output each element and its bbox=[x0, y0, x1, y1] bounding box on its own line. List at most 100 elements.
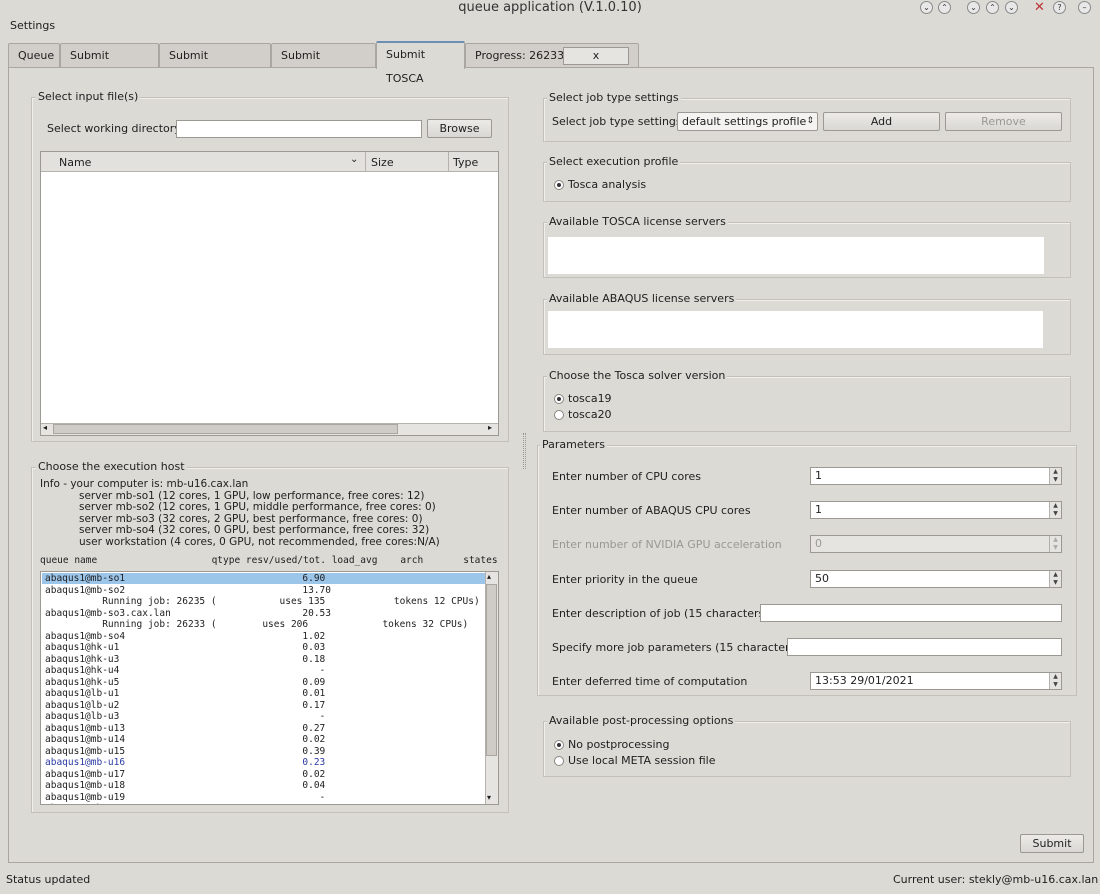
close-window-icon[interactable]: ✕ bbox=[1034, 0, 1045, 16]
queue-row[interactable]: abaqus1@mb-u13 0.27 bbox=[45, 723, 325, 735]
queue-row[interactable]: abaqus1@hk-u5 0.09 bbox=[45, 677, 325, 689]
queue-row[interactable]: abaqus1@lb-u1 0.01 bbox=[45, 688, 325, 700]
menu-icon[interactable]: – bbox=[1078, 1, 1091, 14]
spin-arrows-icon[interactable]: ▲ ▼ bbox=[1049, 571, 1061, 587]
splitter-handle[interactable] bbox=[523, 433, 526, 469]
keep-below-icon[interactable]: ⌄ bbox=[1005, 1, 1018, 14]
updown-icon: ⇕ bbox=[806, 116, 814, 126]
column-size[interactable]: Size bbox=[371, 156, 394, 169]
column-type[interactable]: Type bbox=[453, 156, 478, 169]
tosca19-radio[interactable] bbox=[554, 394, 564, 404]
deferred-time-spinner[interactable]: 13:53 29/01/2021 ▲ ▼ bbox=[810, 672, 1062, 690]
more-params-input[interactable] bbox=[787, 638, 1062, 656]
abaqus-cpu-label: Enter number of ABAQUS CPU cores bbox=[552, 504, 751, 517]
browse-button[interactable]: Browse bbox=[427, 119, 492, 138]
tab-submit-nastran[interactable]: Submit NASTRAN bbox=[271, 43, 376, 86]
queue-row[interactable]: abaqus1@hk-u4 - bbox=[45, 665, 325, 677]
progress-close-button[interactable]: x bbox=[563, 47, 629, 65]
deferred-time-label: Enter deferred time of computation bbox=[552, 675, 748, 688]
menu-settings[interactable]: Settings bbox=[10, 19, 55, 32]
scrollbar-handle[interactable] bbox=[486, 584, 497, 756]
add-button[interactable]: Add bbox=[823, 112, 940, 131]
input-files-title: Select input file(s) bbox=[36, 90, 141, 103]
queue-row[interactable]: abaqus1@mb-u16 0.23 bbox=[45, 757, 325, 769]
queue-row[interactable]: abaqus1@lb-u3 - bbox=[45, 711, 325, 723]
queue-row[interactable]: Running job: 26233 ( uses 206 tokens 32 … bbox=[45, 619, 468, 631]
queue-row[interactable]: abaqus1@hk-u3 0.18 bbox=[45, 654, 325, 666]
deferred-time-value: 13:53 29/01/2021 bbox=[815, 674, 914, 687]
help-icon[interactable]: ? bbox=[1053, 1, 1066, 14]
queue-row[interactable]: abaqus1@hk-u1 0.03 bbox=[45, 642, 325, 654]
tosca-license-title: Available TOSCA license servers bbox=[547, 215, 728, 228]
job-type-selected: default settings profile bbox=[682, 115, 807, 128]
gpu-label: Enter number of NVIDIA GPU acceleration bbox=[552, 538, 782, 551]
tosca-analysis-radio[interactable] bbox=[554, 180, 564, 190]
info-line: server mb-so4 (32 cores, 0 GPU, best per… bbox=[79, 524, 430, 536]
more-params-label: Specify more job parameters (15 characte… bbox=[552, 641, 800, 654]
solver-version-group bbox=[543, 376, 1071, 432]
parameters-title: Parameters bbox=[540, 438, 607, 451]
queue-row[interactable]: abaqus1@lb-u2 0.17 bbox=[45, 700, 325, 712]
status-text: Status updated bbox=[6, 873, 91, 886]
tosca-analysis-label: Tosca analysis bbox=[568, 178, 647, 191]
shade-down-icon[interactable]: ⌄ bbox=[967, 1, 980, 14]
meta-session-label: Use local META session file bbox=[568, 754, 716, 767]
exec-host-title: Choose the execution host bbox=[36, 460, 187, 473]
scroll-left-icon[interactable]: ◂ bbox=[43, 423, 47, 432]
shade-up-icon[interactable]: ⌃ bbox=[986, 1, 999, 14]
window-title: queue application (V.1.0.10) bbox=[458, 0, 642, 15]
queue-row[interactable]: Running job: 26235 ( uses 135 tokens 12 … bbox=[45, 596, 480, 608]
queue-row[interactable]: abaqus1@mb-so2 13.70 bbox=[45, 585, 331, 597]
scrollbar-handle[interactable] bbox=[53, 424, 398, 434]
scroll-down-icon[interactable]: ▾ bbox=[487, 793, 491, 802]
maximize-icon[interactable]: ⌃ bbox=[938, 1, 951, 14]
meta-session-radio[interactable] bbox=[554, 756, 564, 766]
priority-spinner[interactable]: 50 ▲ ▼ bbox=[810, 570, 1062, 588]
info-line: server mb-so2 (12 cores, 1 GPU, middle p… bbox=[79, 501, 436, 513]
job-type-select[interactable]: default settings profile ⇕ bbox=[677, 112, 818, 131]
scroll-up-icon[interactable]: ▴ bbox=[487, 572, 491, 581]
column-divider bbox=[365, 152, 366, 172]
spin-arrows-icon[interactable]: ▲ ▼ bbox=[1049, 502, 1061, 518]
tosca-license-list[interactable] bbox=[548, 237, 1044, 274]
queue-row[interactable]: abaqus1@mb-so1 6.90 bbox=[45, 573, 325, 585]
queue-row[interactable]: abaqus1@mb-u17 0.02 bbox=[45, 769, 325, 781]
queue-row[interactable]: abaqus1@mb-so3.cax.lan 20.53 bbox=[45, 608, 331, 620]
file-list[interactable] bbox=[40, 151, 499, 436]
minimize-icon[interactable]: ⌄ bbox=[920, 1, 933, 14]
column-name[interactable]: Name bbox=[59, 156, 91, 169]
abaqus-cpu-spinner[interactable]: 1 ▲ ▼ bbox=[810, 501, 1062, 519]
spin-arrows-icon[interactable]: ▲ ▼ bbox=[1049, 536, 1061, 552]
abaqus-license-list[interactable] bbox=[548, 311, 1043, 348]
sort-chevron-icon[interactable]: ⌄ bbox=[350, 154, 358, 165]
submit-button[interactable]: Submit bbox=[1020, 834, 1084, 853]
priority-value: 50 bbox=[815, 572, 829, 585]
tab-submit-tosca[interactable]: Submit TOSCA bbox=[376, 41, 465, 85]
description-input[interactable] bbox=[760, 604, 1062, 622]
no-postprocessing-radio[interactable] bbox=[554, 740, 564, 750]
tab-submit-abaqus[interactable]: Submit ABAQUS bbox=[60, 43, 159, 86]
queue-row[interactable]: abaqus1@mb-u14 0.02 bbox=[45, 734, 325, 746]
job-type-title: Select job type settings bbox=[547, 91, 681, 104]
gpu-value: 0 bbox=[815, 537, 822, 550]
working-dir-input[interactable] bbox=[176, 120, 422, 138]
spin-arrows-icon[interactable]: ▲ ▼ bbox=[1049, 673, 1061, 689]
spin-arrows-icon[interactable]: ▲ ▼ bbox=[1049, 468, 1061, 484]
exec-profile-title: Select execution profile bbox=[547, 155, 681, 168]
queue-list[interactable]: abaqus1@mb-so1 6.90 abaqus1@mb-so2 13.70 … bbox=[40, 571, 499, 805]
abaqus-cpu-value: 1 bbox=[815, 503, 822, 516]
tab-queue[interactable]: Queue bbox=[8, 43, 60, 68]
queue-row[interactable]: abaqus1@mb-u15 0.39 bbox=[45, 746, 325, 758]
queue-row-partial[interactable]: abaqus1@mb-u20 bbox=[45, 803, 125, 804]
current-user: Current user: stekly@mb-u16.cax.lan bbox=[893, 873, 1099, 886]
queue-row[interactable]: abaqus1@mb-so4 1.02 bbox=[45, 631, 325, 643]
queue-row[interactable]: abaqus1@mb-u19 - bbox=[45, 792, 325, 804]
tab-submit-pamcrash[interactable]: Submit PAMCRASH bbox=[159, 43, 271, 86]
scroll-right-icon[interactable]: ▸ bbox=[488, 423, 492, 432]
cpu-cores-spinner[interactable]: 1 ▲ ▼ bbox=[810, 467, 1062, 485]
queue-row[interactable]: abaqus1@mb-u18 0.04 bbox=[45, 780, 325, 792]
gpu-spinner[interactable]: 0 ▲ ▼ bbox=[810, 535, 1062, 553]
tosca20-radio[interactable] bbox=[554, 410, 564, 420]
remove-button[interactable]: Remove bbox=[945, 112, 1062, 131]
tab-progress-label: Progress: 26233 bbox=[475, 49, 565, 62]
